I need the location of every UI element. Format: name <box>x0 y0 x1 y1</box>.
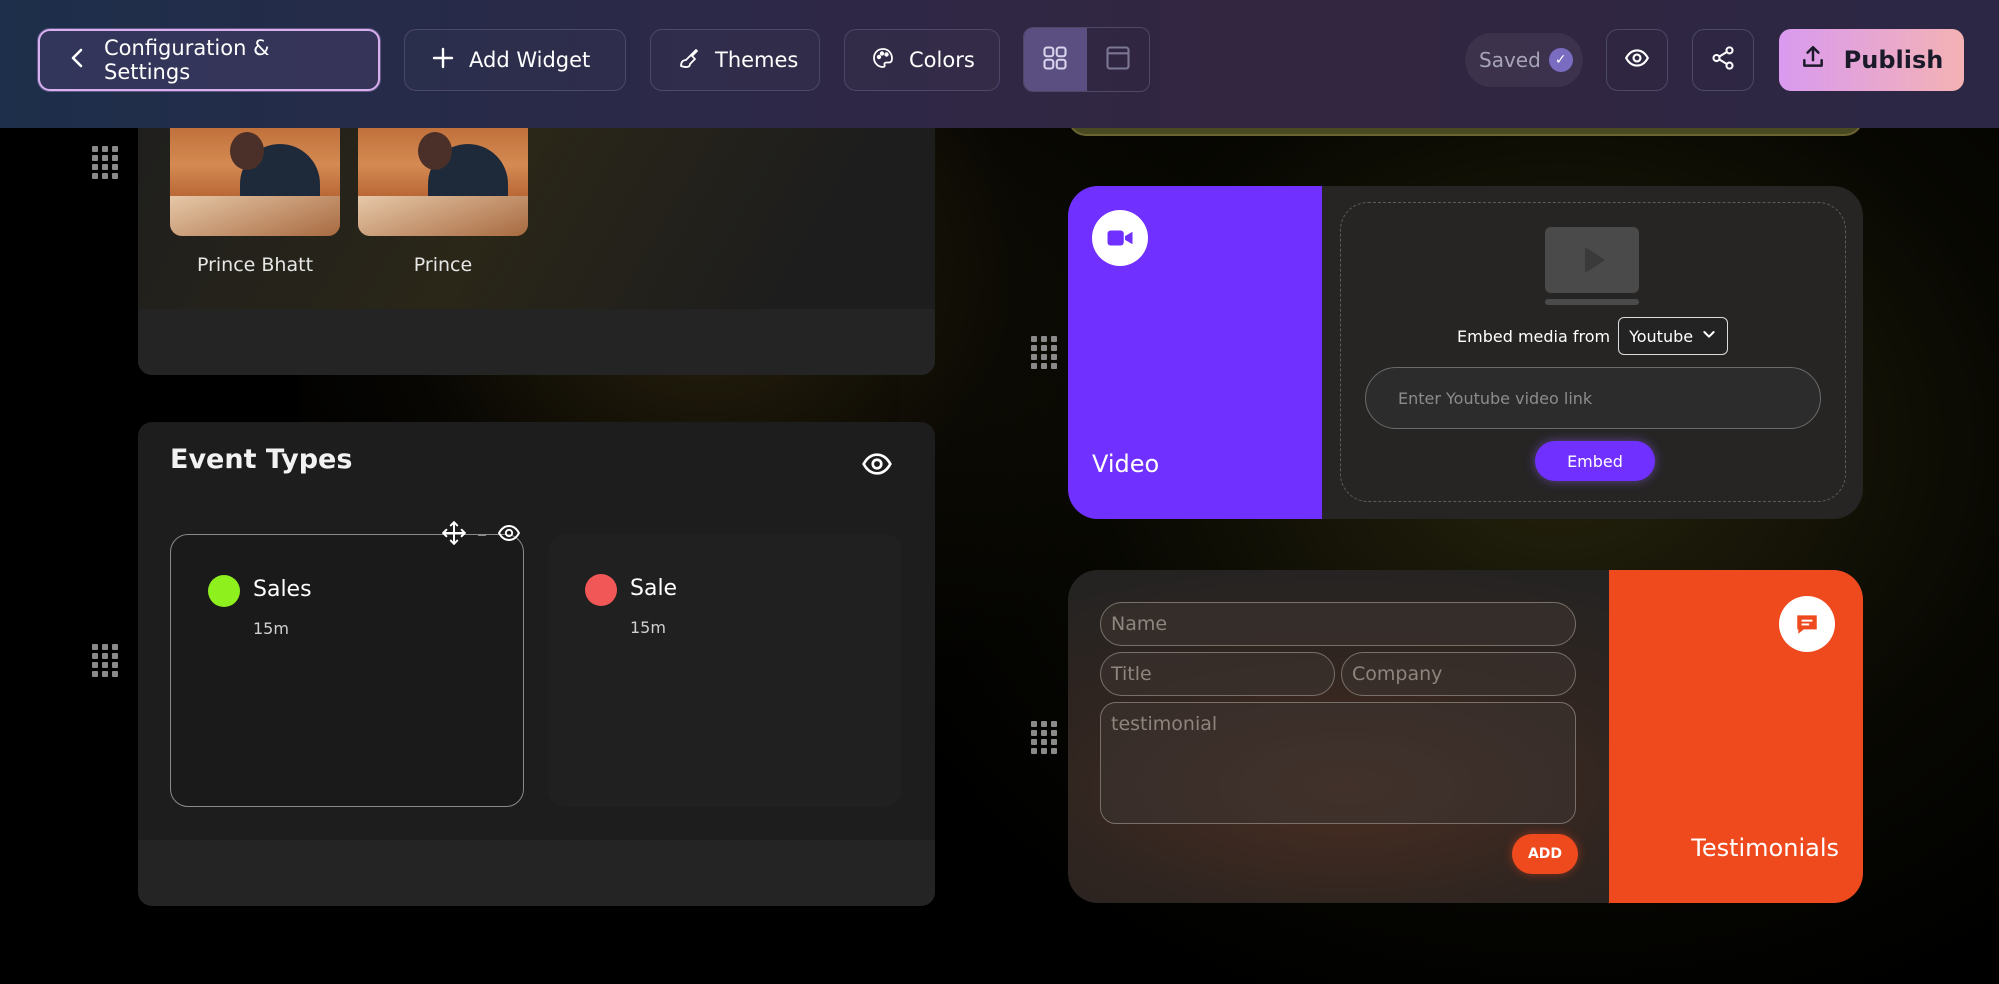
video-title: Video <box>1092 450 1160 478</box>
member-photo <box>358 126 528 236</box>
add-testimonial-button[interactable]: ADD <box>1512 834 1578 874</box>
grid-icon <box>1041 44 1069 76</box>
saved-status: Saved ✓ <box>1465 33 1583 87</box>
grid-layout-option[interactable] <box>1024 28 1087 91</box>
embed-dropzone: Embed media from Youtube Embed <box>1340 202 1846 502</box>
chat-icon <box>1779 596 1835 652</box>
panel-footer <box>138 309 935 375</box>
drag-handle-icon[interactable] <box>1031 336 1057 374</box>
event-color-dot <box>208 575 240 607</box>
configuration-settings-label: Configuration & Settings <box>104 36 270 84</box>
preview-button[interactable] <box>1606 29 1668 91</box>
embed-label: Embed media from <box>1457 326 1611 346</box>
member-name: Prince Bhatt <box>196 254 314 276</box>
event-color-dot <box>585 574 617 606</box>
share-button[interactable] <box>1692 29 1754 91</box>
play-video-icon <box>1545 227 1639 307</box>
event-card[interactable]: Sale 15m <box>548 534 902 807</box>
member-photo <box>170 126 340 236</box>
brush-icon <box>677 46 701 75</box>
eye-icon <box>1624 45 1650 75</box>
team-member-card[interactable]: Prince Bhatt <box>170 126 340 276</box>
title-field[interactable] <box>1100 652 1335 696</box>
video-tile: Video <box>1068 186 1322 519</box>
move-icon[interactable] <box>441 520 467 550</box>
share-icon <box>1710 45 1736 75</box>
testimonial-field[interactable] <box>1100 702 1576 824</box>
publish-label: Publish <box>1843 46 1944 74</box>
testimonials-tile: Testimonials <box>1609 570 1863 903</box>
top-toolbar: Configuration & Settings Add Widget Them… <box>0 0 1999 128</box>
divider <box>478 534 486 536</box>
video-link-input[interactable] <box>1365 367 1821 429</box>
testimonials-title: Testimonials <box>1691 834 1839 862</box>
plus-icon <box>431 46 455 75</box>
configuration-settings-button[interactable]: Configuration & Settings <box>38 29 380 91</box>
testimonials-widget: ADD Testimonials <box>1068 570 1863 903</box>
palette-icon <box>871 46 895 75</box>
check-icon: ✓ <box>1548 48 1573 72</box>
themes-button[interactable]: Themes <box>650 29 820 91</box>
event-name: Sale <box>630 576 678 601</box>
embed-button[interactable]: Embed <box>1535 441 1655 481</box>
event-name: Sales <box>253 577 312 602</box>
event-duration: 15m <box>630 618 666 637</box>
member-name: Prince <box>413 254 473 276</box>
layout-icon <box>1104 44 1132 76</box>
add-widget-label: Add Widget <box>469 48 591 72</box>
event-types-widget: Event Types Sales 15m Sale 15m <box>138 422 935 906</box>
drag-handle-icon[interactable] <box>92 644 118 682</box>
publish-button[interactable]: Publish <box>1779 29 1964 91</box>
event-card[interactable]: Sales 15m <box>170 534 524 807</box>
drag-handle-icon[interactable] <box>1031 721 1057 759</box>
themes-label: Themes <box>715 48 799 72</box>
colors-button[interactable]: Colors <box>844 29 1000 91</box>
video-widget: Video Embed media from Youtube Embed <box>1068 186 1863 519</box>
colors-label: Colors <box>909 48 975 72</box>
card-toolbar <box>441 519 521 551</box>
eye-icon[interactable] <box>497 521 521 549</box>
embed-source-select[interactable]: Youtube <box>1618 317 1729 355</box>
video-camera-icon <box>1092 210 1148 266</box>
chevron-left-icon <box>66 46 90 75</box>
chevron-down-icon <box>1701 326 1717 346</box>
team-member-card[interactable]: Prince <box>358 126 528 276</box>
upload-icon <box>1800 44 1826 76</box>
company-field[interactable] <box>1341 652 1576 696</box>
list-layout-option[interactable] <box>1087 28 1150 91</box>
event-duration: 15m <box>253 619 289 638</box>
name-field[interactable] <box>1100 602 1576 646</box>
event-types-title: Event Types <box>170 444 353 475</box>
drag-handle-icon[interactable] <box>92 146 118 184</box>
panel-footer <box>138 840 935 906</box>
layout-toggle <box>1023 27 1150 92</box>
add-widget-button[interactable]: Add Widget <box>404 29 626 91</box>
embed-source-value: Youtube <box>1629 326 1694 346</box>
eye-icon[interactable] <box>861 448 893 484</box>
embed-source-row: Embed media from Youtube <box>1457 317 1729 355</box>
saved-label: Saved <box>1479 48 1541 72</box>
